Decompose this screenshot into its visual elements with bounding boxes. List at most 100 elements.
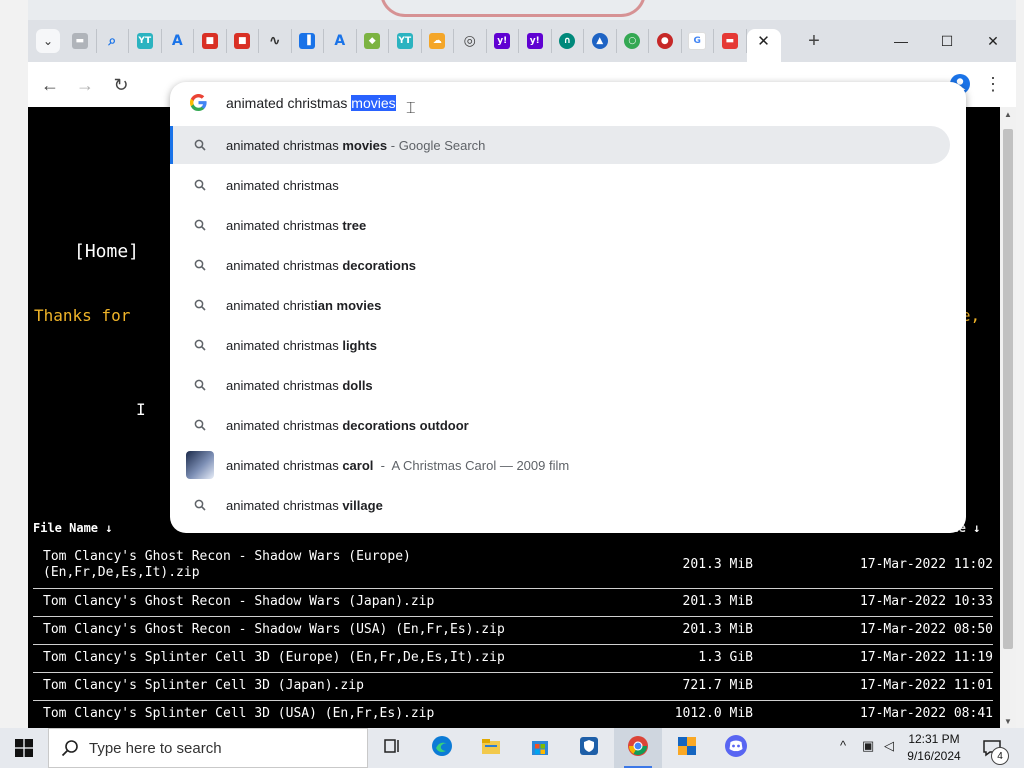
file-date: 17-Mar-2022 11:02 (859, 557, 993, 572)
suggestion-prefix: animated christmas (226, 417, 343, 433)
bookmark-red-icon: ■ (234, 33, 251, 49)
suggestion-item[interactable]: animated christmas lights (170, 326, 950, 364)
clock-time[interactable]: 12:31 PM (906, 732, 962, 746)
taskbar-app-microsoft-store[interactable] (516, 728, 564, 768)
suggestion-prefix: animated christmas (226, 337, 343, 353)
search-icon (192, 297, 208, 313)
browser-tab[interactable]: A (324, 29, 357, 53)
suggestion-item[interactable]: animated christmas movies - Google Searc… (170, 126, 950, 164)
browser-tab[interactable]: ● (649, 29, 682, 53)
omnibox-dropdown: animated christmas movies ⌶ animated chr… (170, 82, 966, 533)
browser-tab[interactable]: ○ (617, 29, 649, 53)
browser-tab[interactable]: ◎ (454, 29, 487, 53)
maximize-button[interactable]: ☐ (932, 29, 962, 53)
browser-tab[interactable]: YT (389, 29, 422, 53)
page-scrollbar[interactable]: ▲ ▼ (1000, 107, 1016, 728)
forward-button[interactable]: → (72, 72, 98, 98)
suggestion-item[interactable]: animated christmas dolls (170, 366, 950, 404)
suggestion-item[interactable]: animated christmas village (170, 486, 950, 524)
reload-button[interactable]: ↻ (108, 72, 134, 98)
reload-icon: ↻ (113, 74, 129, 95)
a-logo-icon: A (334, 33, 346, 49)
home-link[interactable]: [Home] (74, 241, 139, 262)
suggestion-text: animated christmas lights (226, 338, 377, 353)
security-shield-icon (676, 735, 698, 762)
tray-overflow-chevron-icon[interactable]: ^ (840, 738, 846, 753)
clock-date[interactable]: 9/16/2024 (906, 749, 962, 763)
browser-tab[interactable]: ◆ (357, 29, 389, 53)
browser-tab[interactable]: ▬ (64, 29, 97, 53)
taskbar-app-discord[interactable] (712, 728, 760, 768)
scroll-thumb[interactable] (1003, 129, 1013, 649)
google-icon (189, 93, 207, 116)
start-button[interactable] (0, 728, 48, 768)
browser-tab[interactable]: ■ (227, 29, 259, 53)
browser-tab[interactable]: ▬ (714, 29, 747, 53)
suggestion-prefix: animated christmas (226, 457, 343, 473)
suggestion-item[interactable]: animated christmas decorations (170, 246, 950, 284)
thanks-message: Thanks for (34, 306, 131, 325)
taskbar-app-chrome[interactable] (614, 728, 662, 768)
suggestion-completion: carol (342, 457, 374, 473)
taskbar-app-file-explorer[interactable] (467, 728, 515, 768)
suggestion-item[interactable]: animated christian movies (170, 286, 950, 324)
file-size: 1.3 GiB (698, 650, 753, 665)
new-tab-button[interactable]: + (802, 29, 826, 53)
taskbar-app-security-shield[interactable] (663, 728, 711, 768)
file-name-link[interactable]: Tom Clancy's Ghost Recon - Shadow Wars (… (43, 622, 505, 638)
suggestion-description: - Google Search (387, 137, 486, 153)
file-name-link[interactable]: Tom Clancy's Splinter Cell 3D (Europe) (… (43, 650, 505, 666)
suggestion-item[interactable]: animated christmas (170, 166, 950, 204)
suggestion-completion: decorations (342, 257, 417, 273)
browser-tab[interactable]: y! (519, 29, 552, 53)
suggestion-item[interactable]: animated christmas carol - A Christmas C… (170, 446, 950, 484)
more-vert-icon: ⋮ (984, 73, 1002, 94)
file-name-link[interactable]: Tom Clancy's Ghost Recon - Shadow Wars (… (43, 594, 434, 610)
suggestion-item[interactable]: animated christmas decorations outdoor (170, 406, 950, 444)
volume-muted-icon[interactable]: ◁ (884, 738, 894, 754)
column-header-name[interactable]: File Name ↓ (33, 521, 112, 535)
browser-tab[interactable]: y! (487, 29, 519, 53)
taskbar-app-edge[interactable] (418, 728, 466, 768)
browser-tab[interactable]: ⌕ (97, 29, 129, 53)
file-size: 721.7 MiB (682, 678, 753, 693)
scroll-up-arrow-icon[interactable]: ▲ (1000, 107, 1016, 121)
browser-tab[interactable]: ■ (194, 29, 227, 53)
file-name-link[interactable]: Tom Clancy's Ghost Recon - Shadow Wars (… (43, 549, 411, 581)
suggestion-text: animated christmas decorations (226, 258, 416, 273)
suggestion-description: - A Christmas Carol — 2009 film (373, 457, 570, 473)
record-icon: ● (656, 33, 673, 49)
minimize-button[interactable]: — (886, 29, 916, 53)
browser-tab[interactable]: ▲ (584, 29, 617, 53)
network-icon[interactable]: ▣ (862, 738, 874, 754)
close-tab-icon[interactable]: ✕ (757, 32, 770, 50)
tab-search-button[interactable]: ⌄ (36, 29, 60, 53)
back-button[interactable]: ← (37, 72, 63, 98)
task-view-icon (382, 736, 402, 761)
browser-tab[interactable]: YT (129, 29, 162, 53)
browser-tab[interactable]: G (682, 29, 714, 53)
browser-tab[interactable]: ☁ (422, 29, 454, 53)
suggestion-completion: movies (342, 137, 388, 153)
browser-tab[interactable]: ▐ (292, 29, 324, 53)
taskbar-app-task-view[interactable] (368, 728, 416, 768)
address-bar[interactable]: animated christmas movies ⌶ (170, 82, 966, 124)
browser-menu-button[interactable]: ⋮ (984, 71, 1002, 97)
active-tab[interactable]: ✕ (746, 29, 781, 62)
suggestion-text: animated christmas movies - Google Searc… (226, 138, 485, 153)
close-window-button[interactable]: ✕ (978, 29, 1008, 53)
suggestion-prefix: animated christmas (226, 177, 339, 193)
a-logo-icon: A (171, 33, 183, 49)
taskbar-search-box[interactable]: Type here to search (48, 728, 368, 768)
browser-tab[interactable]: ∿ (259, 29, 292, 53)
browser-tab[interactable]: A (162, 29, 194, 53)
address-input[interactable]: animated christmas movies (226, 95, 396, 111)
file-name-link[interactable]: Tom Clancy's Splinter Cell 3D (Japan).zi… (43, 678, 364, 694)
suggestion-text: animated christmas (226, 178, 339, 193)
suggestion-item[interactable]: animated christmas tree (170, 206, 950, 244)
file-name-link[interactable]: Tom Clancy's Splinter Cell 3D (USA) (En,… (43, 706, 434, 722)
scroll-down-arrow-icon[interactable]: ▼ (1000, 714, 1016, 728)
browser-tab[interactable]: ∩ (552, 29, 584, 53)
taskbar-app-shield-app[interactable] (565, 728, 613, 768)
suggestion-prefix: animated christmas (226, 257, 343, 273)
